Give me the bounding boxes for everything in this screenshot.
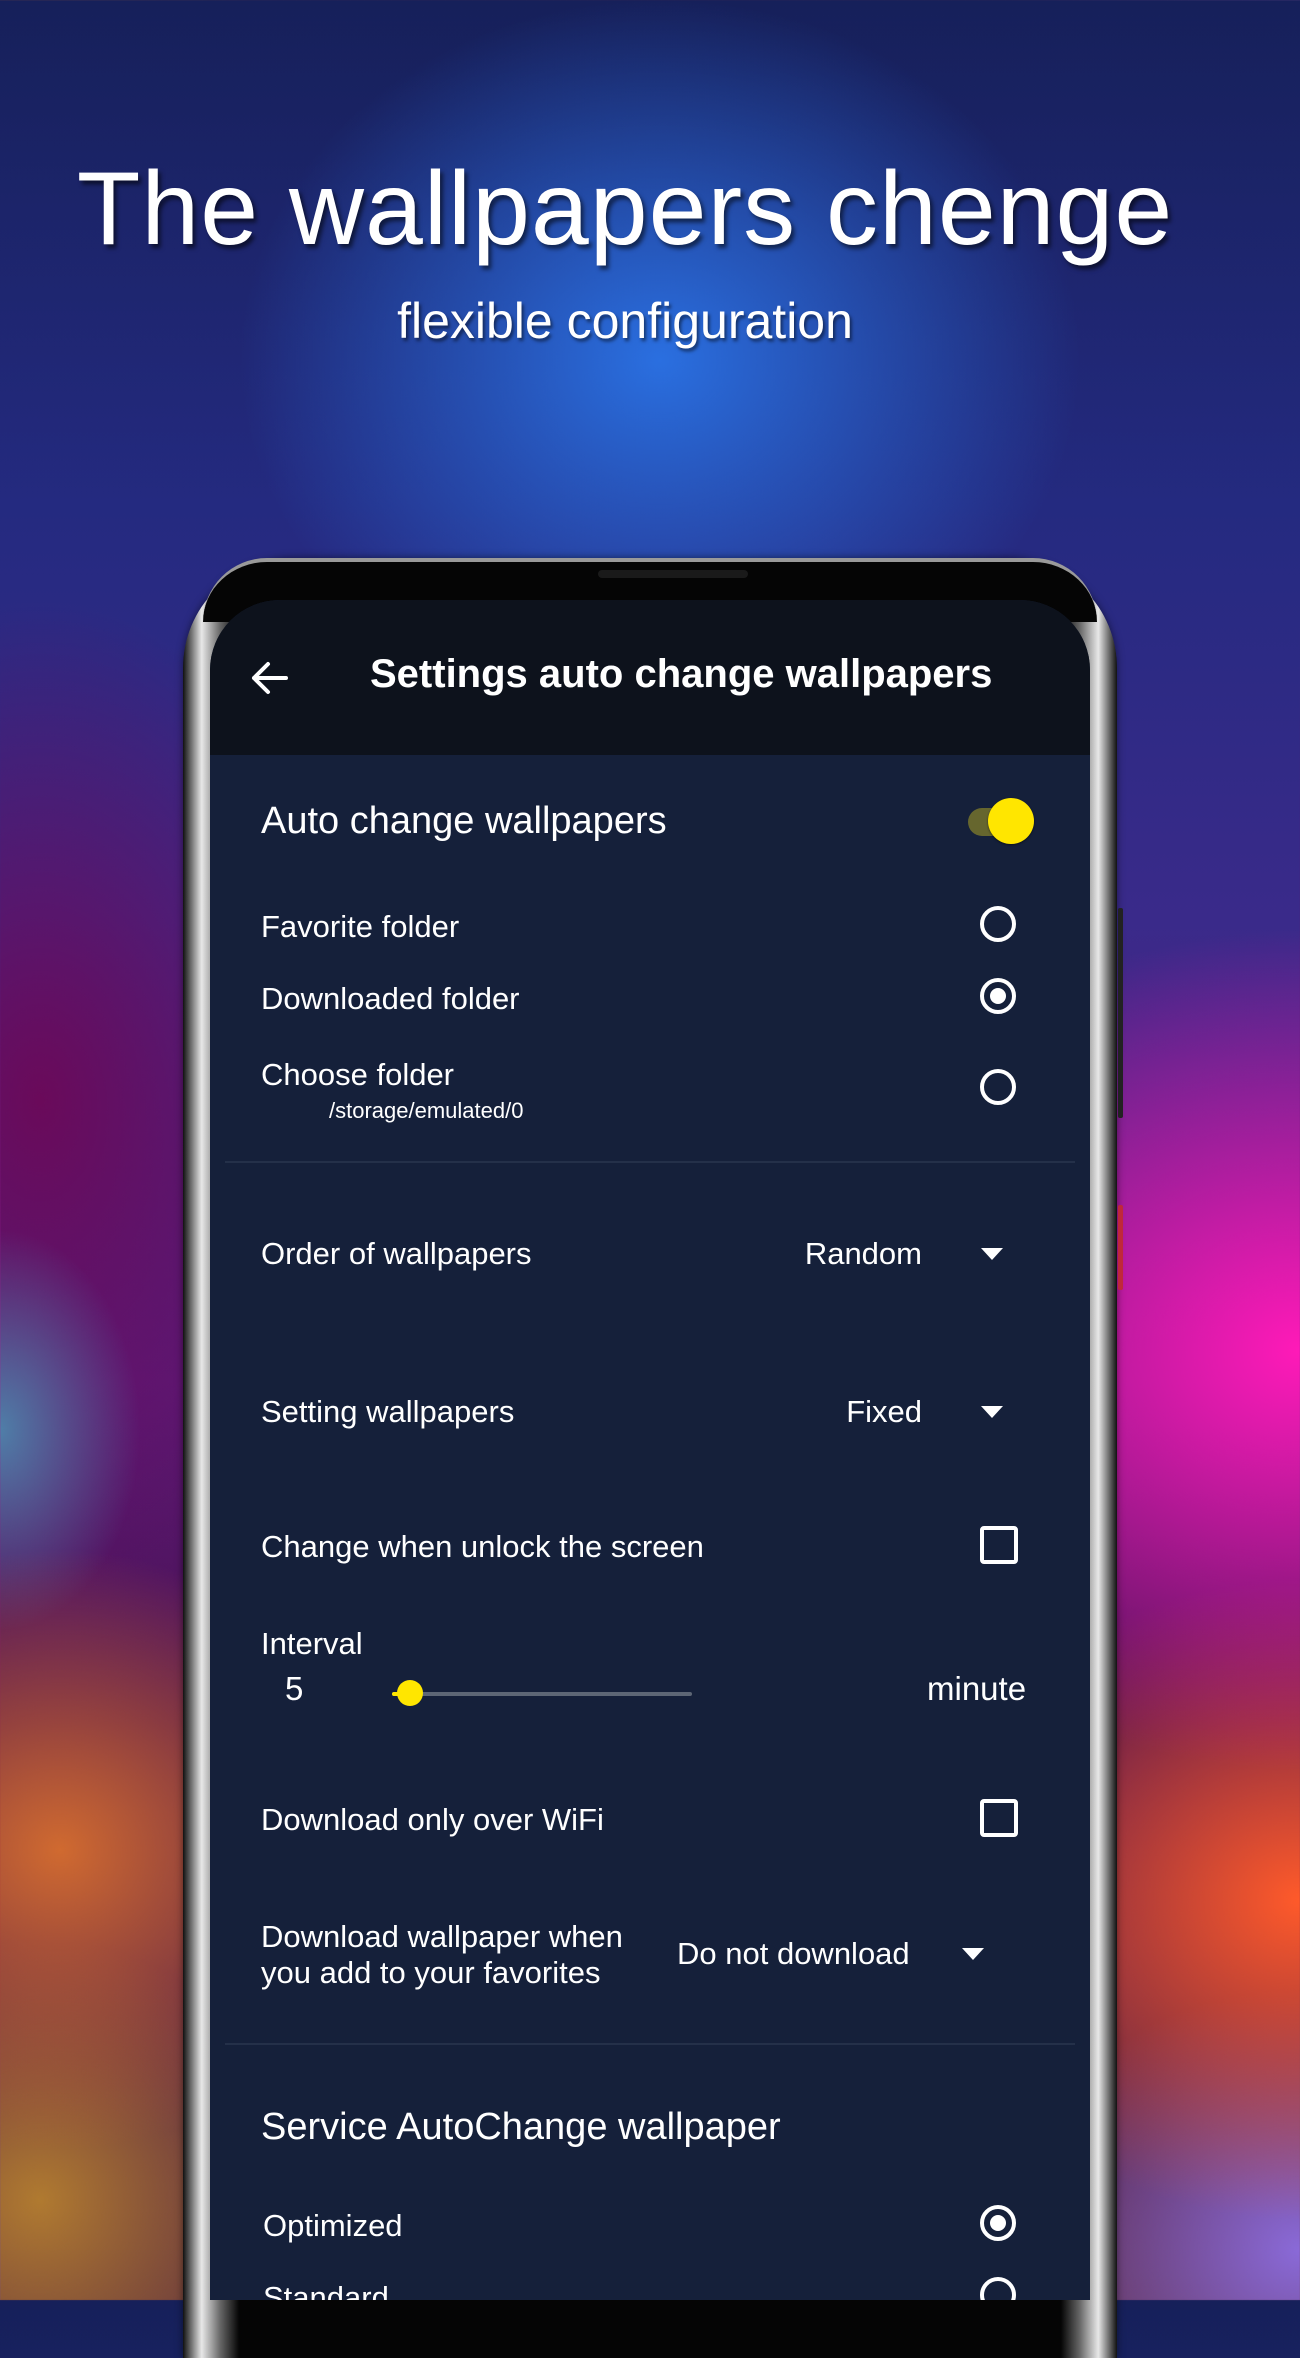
download-favorites-label: Download wallpaper when you add to your … — [261, 1919, 623, 1991]
caret-down-icon — [962, 1948, 984, 1960]
favorite-folder-label: Favorite folder — [261, 909, 460, 944]
order-dropdown[interactable]: Random — [730, 1226, 1030, 1276]
interval-unit: minute — [927, 1670, 1027, 1707]
choose-folder-radio[interactable] — [980, 1069, 1016, 1105]
download-favorites-value: Do not download — [677, 1936, 910, 1971]
choose-folder-label: Choose folder — [261, 1057, 455, 1092]
unlock-label: Change when unlock the screen — [261, 1529, 704, 1564]
optimized-label: Optimized — [263, 2208, 403, 2243]
arrow-left-icon[interactable] — [248, 656, 292, 700]
standard-radio[interactable] — [980, 2277, 1016, 2300]
download-favorites-label-line1: Download wallpaper when — [261, 1919, 623, 1954]
app-screen: Settings auto change wallpapers Auto cha… — [210, 600, 1090, 2300]
setting-wallpapers-value: Fixed — [846, 1394, 922, 1429]
slider-thumb[interactable] — [397, 1680, 423, 1706]
order-value: Random — [804, 1236, 922, 1271]
speaker-grille — [598, 570, 748, 578]
power-button — [1118, 1205, 1123, 1290]
toggle-thumb — [988, 798, 1034, 844]
promo-subline: flexible configuration — [397, 293, 853, 349]
divider — [225, 2043, 1075, 2045]
volume-button — [1118, 908, 1123, 1118]
interval-label: Interval — [261, 1626, 363, 1661]
standard-label: Standard — [263, 2280, 389, 2300]
interval-slider[interactable] — [380, 1674, 692, 1714]
optimized-radio[interactable] — [980, 2205, 1016, 2241]
favorite-folder-radio[interactable] — [980, 906, 1016, 942]
app-bar: Settings auto change wallpapers — [210, 600, 1090, 755]
auto-change-label: Auto change wallpapers — [261, 800, 667, 842]
setting-wallpapers-dropdown[interactable]: Fixed — [730, 1384, 1030, 1434]
service-title: Service AutoChange wallpaper — [261, 2106, 781, 2148]
setting-wallpapers-label: Setting wallpapers — [261, 1394, 515, 1429]
page-title: Settings auto change wallpapers — [370, 652, 993, 696]
download-favorites-label-line2: you add to your favorites — [261, 1955, 601, 1990]
promo-headline: The wallpapers chenge — [76, 151, 1174, 267]
caret-down-icon — [981, 1248, 1003, 1260]
download-favorites-dropdown[interactable]: Do not download — [670, 1926, 1020, 1978]
choose-folder-path: /storage/emulated/0 — [329, 1098, 524, 1123]
wifi-checkbox[interactable] — [980, 1799, 1018, 1837]
downloaded-folder-radio[interactable] — [980, 978, 1016, 1014]
divider — [225, 1161, 1075, 1163]
caret-down-icon — [981, 1406, 1003, 1418]
wifi-label: Download only over WiFi — [261, 1802, 604, 1837]
auto-change-toggle[interactable] — [958, 798, 1034, 844]
order-label: Order of wallpapers — [261, 1236, 532, 1271]
slider-track — [392, 1692, 692, 1696]
downloaded-folder-label: Downloaded folder — [261, 981, 520, 1016]
interval-value: 5 — [285, 1670, 304, 1707]
unlock-checkbox[interactable] — [980, 1526, 1018, 1564]
